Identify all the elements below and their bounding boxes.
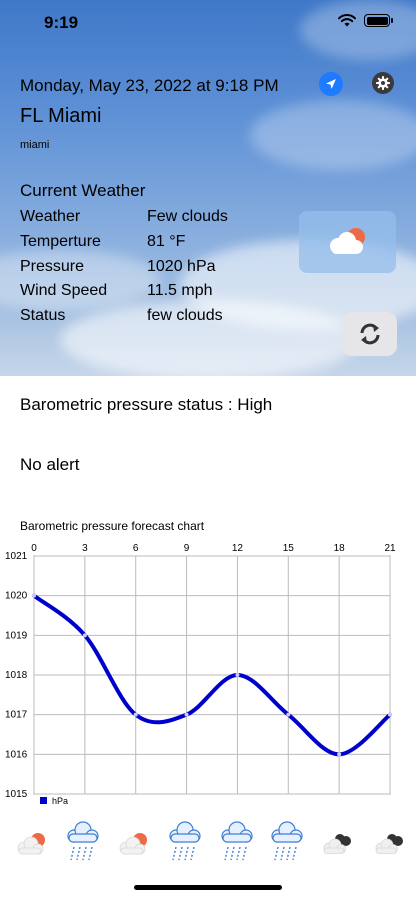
few-clouds-icon [14,826,50,867]
data-point [32,593,36,598]
city-name: FL Miami [20,105,102,127]
settings-button[interactable] [372,72,394,94]
x-tick-label: 12 [232,543,244,554]
few-clouds-icon [329,228,365,254]
data-point [133,712,138,717]
rain-icon [64,820,102,869]
gear-icon [376,76,390,90]
broken-clouds-icon [320,826,356,867]
y-tick-label: 1021 [5,551,28,562]
rain-icon [166,820,204,869]
weather-row: Weather Few clouds [20,208,280,230]
pressure-forecast-chart: 0 3 6 9 12 15 18 21 1015 1016 1017 1018 1019 1020 1021… [5,543,396,806]
refresh-button[interactable] [342,312,397,356]
row-label: Weather [20,208,81,225]
x-tick-label: 0 [31,543,37,554]
temperature-row: Temperture 81 °F [20,233,280,255]
row-label: Temperture [20,233,101,250]
row-value: 1020 hPa [147,258,216,275]
y-tick-label: 1019 [5,630,28,641]
alert-text: No alert [20,455,80,474]
refresh-icon [360,323,379,345]
x-tick-label: 15 [283,543,295,554]
x-tick-label: 18 [334,543,346,554]
rain-icon [218,820,256,869]
location-arrow-icon [326,79,336,89]
location-button[interactable] [319,72,343,96]
row-label: Pressure [20,258,85,275]
data-point [388,712,392,717]
data-point [82,633,87,638]
x-tick-label: 21 [384,543,396,554]
y-tick-label: 1020 [5,591,28,602]
broken-clouds-icon [372,826,408,867]
wind-speed-row: Wind Speed 11.5 mph [20,282,280,304]
home-indicator [134,885,282,890]
x-tick-label: 6 [133,543,139,554]
legend-label: hPa [52,796,68,806]
status-icons [338,14,393,27]
chart-title: Barometric pressure forecast chart [20,519,205,533]
city-subtitle: miami [20,139,50,151]
rain-icon [268,820,306,869]
row-value: 11.5 mph [147,282,213,299]
row-value: 81 °F [147,233,186,250]
current-weather-card [299,211,396,273]
row-value: Few clouds [147,208,228,225]
few-clouds-icon [116,826,152,867]
battery-icon [364,14,393,27]
data-point [286,712,291,717]
data-point [235,673,240,677]
status-row: Status few clouds [20,307,280,329]
pressure-row: Pressure 1020 hPa [20,258,280,280]
row-value: few clouds [147,307,223,324]
current-weather-title: Current Weather [20,181,146,200]
forecast-icon-strip [0,818,416,866]
y-tick-label: 1017 [5,710,28,721]
data-point [337,752,342,757]
y-tick-label: 1015 [5,789,28,800]
row-label: Wind Speed [20,282,108,299]
barometric-status: Barometric pressure status : High [20,395,273,414]
status-time: 9:19 [44,13,79,32]
current-datetime: Monday, May 23, 2022 at 9:18 PM [20,76,279,95]
y-tick-label: 1018 [5,670,28,681]
wifi-icon [338,14,356,27]
x-tick-label: 9 [184,543,190,554]
x-tick-label: 3 [82,543,88,554]
data-point [184,712,189,717]
y-tick-label: 1016 [5,749,28,760]
row-label: Status [20,307,66,324]
legend-swatch [40,797,47,804]
